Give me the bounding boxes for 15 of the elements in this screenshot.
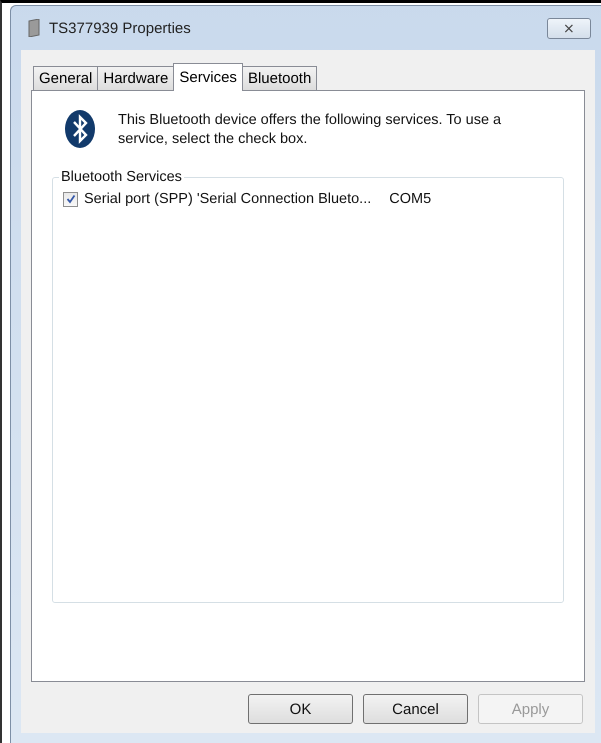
dialog-button[interactable]: Cancel xyxy=(363,694,468,724)
checkbox[interactable] xyxy=(63,192,78,206)
service-name: Serial port (SPP) 'Serial Connection Blueto... xyxy=(84,191,372,207)
device-icon xyxy=(27,19,41,37)
intro-text: This Bluetooth device offers the following services. To use a service, select the check box. xyxy=(118,111,502,149)
tab[interactable]: Hardware xyxy=(97,66,174,90)
dialog-button[interactable]: OK xyxy=(248,694,353,724)
close-button[interactable]: ⨯ xyxy=(547,18,591,38)
bluetooth-icon xyxy=(64,109,96,149)
service-port: COM5 xyxy=(389,191,432,207)
tab[interactable]: Services xyxy=(173,63,243,91)
tab[interactable]: General xyxy=(33,66,98,90)
window-title: TS377939 Properties xyxy=(49,20,192,36)
group-title: Bluetooth Services xyxy=(60,169,183,185)
tab[interactable]: Bluetooth xyxy=(242,66,318,90)
